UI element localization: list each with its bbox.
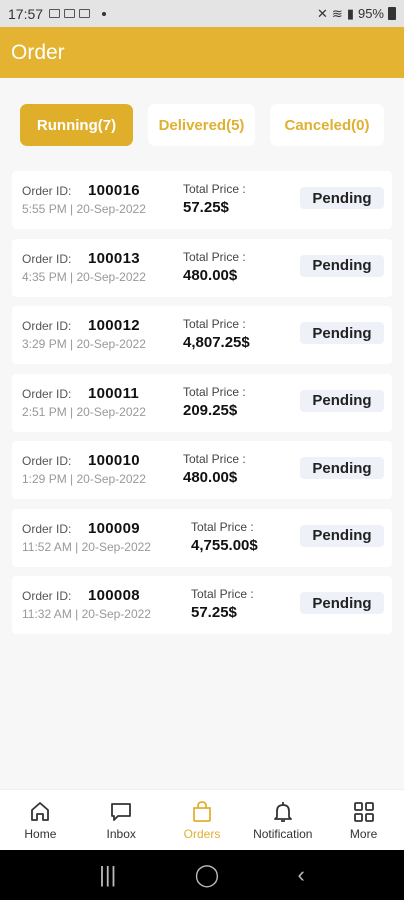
order-card[interactable]: Order ID: 100016 5:55 PM | 20-Sep-2022 T…	[12, 171, 392, 229]
order-card[interactable]: Order ID: 100010 1:29 PM | 20-Sep-2022 T…	[12, 441, 392, 499]
order-id: 100009	[88, 519, 140, 537]
order-id: 100016	[88, 182, 140, 199]
nav-orders[interactable]: Orders	[162, 790, 243, 850]
status-time: 17:57	[8, 5, 44, 22]
order-id: 100010	[88, 452, 140, 469]
order-time: 1:29 PM | 20-Sep-2022	[22, 472, 146, 486]
grid-icon	[353, 802, 374, 822]
total-price: 57.25$	[191, 604, 237, 621]
app-notification-icon	[79, 9, 91, 18]
status-badge: Pending	[300, 187, 384, 209]
order-time: 11:52 AM | 20-Sep-2022	[22, 539, 151, 554]
status-badge: Pending	[300, 457, 384, 479]
battery-icon	[388, 7, 396, 20]
mute-icon: ✕	[317, 5, 328, 21]
order-id: 100013	[88, 249, 140, 267]
total-price-label: Total Price :	[191, 587, 254, 601]
nav-more[interactable]: More	[323, 790, 404, 850]
status-right: ✕ ≋ ▮ 95%	[317, 6, 396, 22]
gallery-icon	[49, 9, 61, 18]
order-time: 3:29 PM | 20-Sep-2022	[22, 337, 146, 351]
order-time: 11:32 AM | 20-Sep-2022	[22, 607, 151, 621]
status-badge: Pending	[300, 322, 384, 344]
tab-canceled[interactable]: Canceled(0)	[270, 104, 384, 146]
order-id: 100008	[88, 587, 140, 604]
total-price: 480.00$	[183, 266, 238, 284]
status-badge: Pending	[300, 254, 384, 277]
order-id-label: Order ID:	[22, 454, 72, 468]
order-id-label: Order ID:	[22, 184, 72, 198]
nav-home[interactable]: Home	[0, 790, 81, 850]
home-button-icon[interactable]: ◯	[195, 862, 220, 888]
order-card[interactable]: Order ID: 100009 11:52 AM | 20-Sep-2022 …	[12, 508, 392, 567]
total-price-label: Total Price :	[183, 384, 246, 399]
order-time: 2:51 PM | 20-Sep-2022	[22, 404, 146, 419]
signal-icon: ▮	[346, 5, 354, 21]
nav-home-label: Home	[24, 827, 57, 841]
tab-delivered[interactable]: Delivered(5)	[148, 104, 255, 146]
order-card[interactable]: Order ID: 100013 4:35 PM | 20-Sep-2022 T…	[12, 238, 392, 297]
total-price-label: Total Price :	[191, 519, 254, 534]
order-id-label: Order ID:	[22, 319, 72, 333]
total-price: 57.25$	[183, 199, 229, 216]
order-id: 100012	[88, 317, 140, 334]
nav-notification[interactable]: Notification	[242, 790, 323, 850]
battery-percent: 95%	[357, 6, 384, 21]
status-badge: Pending	[300, 592, 384, 614]
total-price-label: Total Price :	[183, 182, 246, 196]
nav-more-label: More	[349, 827, 378, 841]
order-card[interactable]: Order ID: 100011 2:51 PM | 20-Sep-2022 T…	[12, 373, 392, 432]
order-id-label: Order ID:	[22, 386, 72, 401]
order-tabs: Running(7) Delivered(5) Canceled(0)	[20, 104, 384, 146]
total-price: 480.00$	[183, 469, 238, 486]
order-id: 100011	[88, 384, 140, 402]
nav-inbox[interactable]: Inbox	[81, 790, 162, 850]
tab-running[interactable]: Running(7)	[20, 104, 133, 146]
total-price-label: Total Price :	[183, 249, 246, 264]
nav-inbox-label: Inbox	[106, 827, 136, 841]
status-badge: Pending	[300, 389, 384, 412]
bell-icon	[273, 802, 292, 822]
status-badge: Pending	[300, 524, 384, 547]
home-icon	[31, 802, 50, 821]
order-id-label: Order ID:	[22, 589, 72, 603]
total-price-label: Total Price :	[183, 452, 246, 466]
more-notifications-dot	[102, 11, 107, 16]
order-id-label: Order ID:	[22, 521, 72, 536]
total-price-label: Total Price :	[183, 317, 246, 331]
bottom-nav: Home Inbox Orders Notification More	[0, 789, 404, 850]
order-card[interactable]: Order ID: 100012 3:29 PM | 20-Sep-2022 T…	[12, 306, 392, 364]
system-nav-bar: ||| ◯ ‹	[0, 850, 404, 900]
order-card[interactable]: Order ID: 100008 11:32 AM | 20-Sep-2022 …	[12, 576, 392, 634]
nav-notification-label: Notification	[253, 827, 313, 841]
orders-list: Order ID: 100016 5:55 PM | 20-Sep-2022 T…	[12, 171, 392, 644]
total-price: 209.25$	[183, 401, 238, 419]
order-time: 4:35 PM | 20-Sep-2022	[22, 269, 146, 284]
nav-orders-label: Orders	[183, 827, 221, 841]
page-title: Order	[11, 40, 65, 64]
status-notification-icons	[49, 9, 107, 18]
order-id-label: Order ID:	[22, 251, 72, 266]
calendar-icon	[64, 9, 76, 18]
order-time: 5:55 PM | 20-Sep-2022	[22, 202, 146, 216]
wifi-icon: ≋	[331, 5, 343, 21]
total-price: 4,755.00$	[191, 536, 258, 554]
chat-icon	[111, 803, 132, 821]
app-header: Order	[0, 27, 404, 78]
recent-apps-icon[interactable]: |||	[99, 862, 116, 888]
total-price: 4,807.25$	[183, 334, 250, 351]
status-bar: 17:57 ✕ ≋ ▮ 95%	[0, 0, 404, 27]
back-icon[interactable]: ‹	[298, 862, 305, 888]
bag-icon	[193, 801, 211, 822]
